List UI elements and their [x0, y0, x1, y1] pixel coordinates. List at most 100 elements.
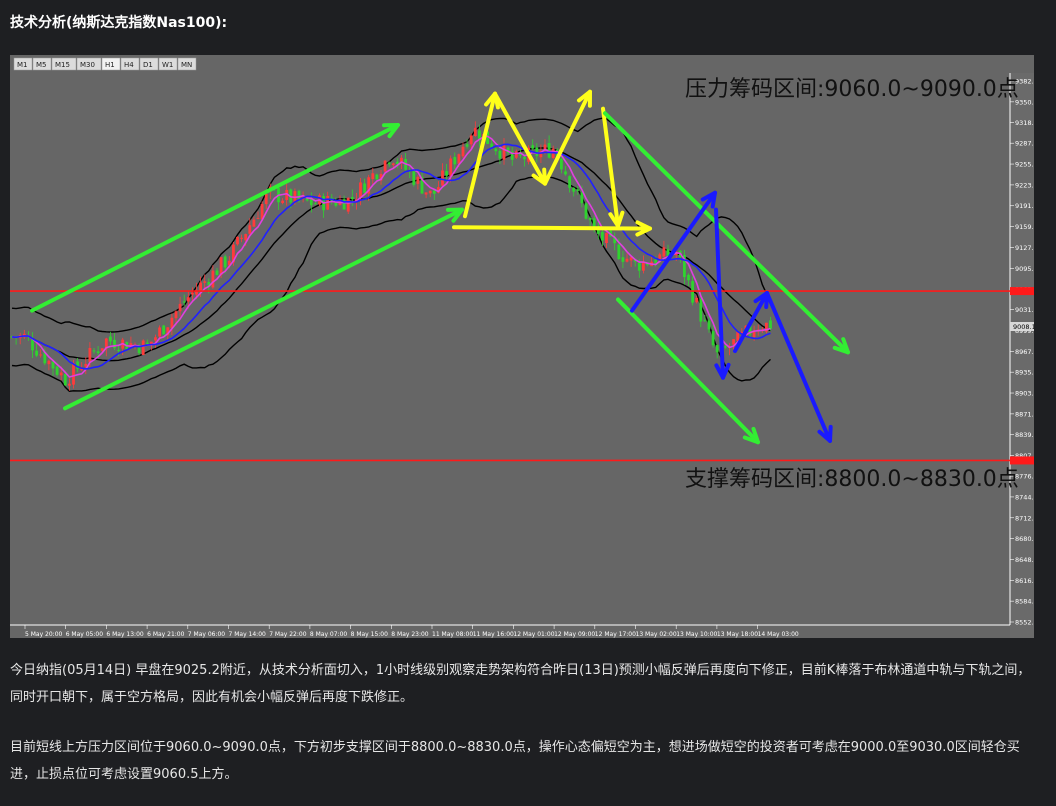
price-tick-label: 8871.5: [1015, 410, 1034, 418]
candle-body: [252, 219, 256, 227]
candle-body: [416, 176, 420, 184]
candle-body: [314, 203, 317, 205]
candle-body: [715, 345, 719, 353]
time-tick-label: 7 May 14:00: [229, 631, 267, 638]
price-chart: M1M5M15M30H1H4D1W1MN 9382.59350.59318.59…: [10, 55, 1034, 638]
candle-body: [695, 297, 699, 303]
candle-body: [375, 174, 379, 180]
price-tick-label: 9127.0: [1015, 244, 1034, 252]
price-tick-label: 9159.0: [1015, 223, 1034, 231]
candle-body: [92, 350, 96, 352]
candle-body: [113, 339, 116, 349]
candle-body: [236, 236, 239, 245]
candle-body: [453, 156, 457, 165]
timeframe-label-mn: MN: [181, 61, 192, 69]
time-tick-label: 14 May 03:00: [758, 631, 799, 638]
timeframe-label-m1: M1: [17, 61, 28, 69]
time-tick-label: 8 May 23:00: [391, 631, 429, 638]
candle-body: [199, 282, 202, 291]
candle-body: [363, 183, 366, 193]
time-tick-label: 6 May 13:00: [106, 631, 144, 638]
candle-body: [469, 135, 473, 145]
neckline-arrow: [452, 225, 652, 231]
time-tick-label: 11 May 08:00: [432, 631, 473, 638]
price-tick-label: 8839.5: [1015, 431, 1034, 439]
candle-body: [568, 176, 571, 188]
timeframe-label-m30: M30: [80, 61, 95, 69]
candle-body: [281, 200, 284, 204]
candle-body: [711, 331, 715, 346]
price-tick-label: 9095.0: [1015, 265, 1034, 273]
price-tick-label: 9318.5: [1015, 119, 1034, 127]
candle-body: [428, 190, 432, 194]
time-tick-label: 12 May 17:00: [595, 631, 636, 638]
analysis-paragraph-1: 今日纳指(05月14日) 早盘在9025.2附近，从技术分析面切入，1小时线级别…: [10, 663, 1031, 705]
chart-svg: M1M5M15M30H1H4D1W1MN 9382.59350.59318.59…: [10, 55, 1034, 638]
candle-body: [592, 218, 596, 228]
timeframe-label-h1: H1: [105, 61, 115, 69]
analysis-paragraph-2: 目前短线上方压力区间位于9060.0~9090.0点，下方初步支撑区间于8800…: [10, 740, 1020, 782]
price-tick-label: 8712.0: [1015, 514, 1034, 522]
candle-body: [219, 257, 223, 275]
candle-body: [182, 301, 186, 303]
candle-body: [162, 325, 166, 335]
candle-body: [560, 158, 563, 170]
candle-body: [457, 154, 461, 164]
candle-body: [371, 173, 375, 180]
candle-body: [687, 274, 690, 281]
candle-body: [523, 156, 526, 160]
candle-body: [383, 160, 387, 172]
candle-body: [84, 363, 88, 367]
candle-body: [461, 146, 465, 157]
candle-body: [240, 237, 243, 239]
candle-body: [625, 258, 629, 262]
time-tick-label: 5 May 20:00: [25, 631, 63, 638]
price-tick-label: 8680.0: [1015, 535, 1034, 543]
timeframe-label-m15: M15: [55, 61, 70, 69]
candle-body: [244, 234, 248, 241]
candle-body: [109, 336, 112, 342]
candle-body: [72, 363, 75, 385]
price-tick-label: 8616.0: [1015, 577, 1034, 585]
candle-body: [178, 303, 182, 312]
candle-body: [256, 218, 260, 220]
candle-body: [588, 217, 592, 221]
resistance-label: 压力筹码区间:9060.0~9090.0点: [685, 77, 1019, 102]
price-tick-label: 9191.0: [1015, 202, 1034, 210]
candle-body: [572, 187, 576, 192]
time-tick-label: 8 May 15:00: [351, 631, 389, 638]
candle-body: [387, 162, 391, 165]
candle-body: [424, 192, 428, 195]
timeframe-label-m5: M5: [36, 61, 47, 69]
candle-body: [432, 190, 436, 194]
candle-body: [215, 270, 219, 276]
price-tick-label: 8552.0: [1015, 619, 1034, 627]
candle-body: [584, 203, 588, 219]
timeframe-toolbar: M1 M5 M15 M30 H1 H4 D1 W1 MN: [13, 57, 197, 71]
time-tick-label: 13 May 18:00: [717, 631, 758, 638]
candle-body: [55, 366, 59, 375]
candle-body: [391, 163, 395, 166]
candle-body: [59, 372, 63, 376]
support-line-tag: [1010, 456, 1034, 465]
timeframe-label-d1: D1: [143, 61, 153, 69]
candle-body: [601, 231, 604, 241]
candle-body: [617, 244, 621, 260]
resistance-line-tag: [1010, 287, 1034, 296]
candle-body: [35, 350, 38, 356]
candle-body: [88, 347, 92, 363]
candle-body: [580, 192, 584, 204]
candle-body: [502, 145, 506, 160]
time-tick-label: 11 May 16:00: [473, 631, 514, 638]
candle-body: [752, 331, 756, 337]
candle-body: [223, 256, 227, 268]
candle-body: [359, 182, 362, 199]
candle-body: [39, 354, 43, 356]
candle-body: [203, 281, 207, 283]
current-price-label: 9008.1: [1013, 323, 1034, 331]
candle-body: [96, 351, 100, 354]
candle-body: [564, 171, 567, 175]
candle-body: [191, 292, 194, 295]
time-tick-label: 6 May 21:00: [147, 631, 185, 638]
candle-body: [576, 189, 580, 191]
